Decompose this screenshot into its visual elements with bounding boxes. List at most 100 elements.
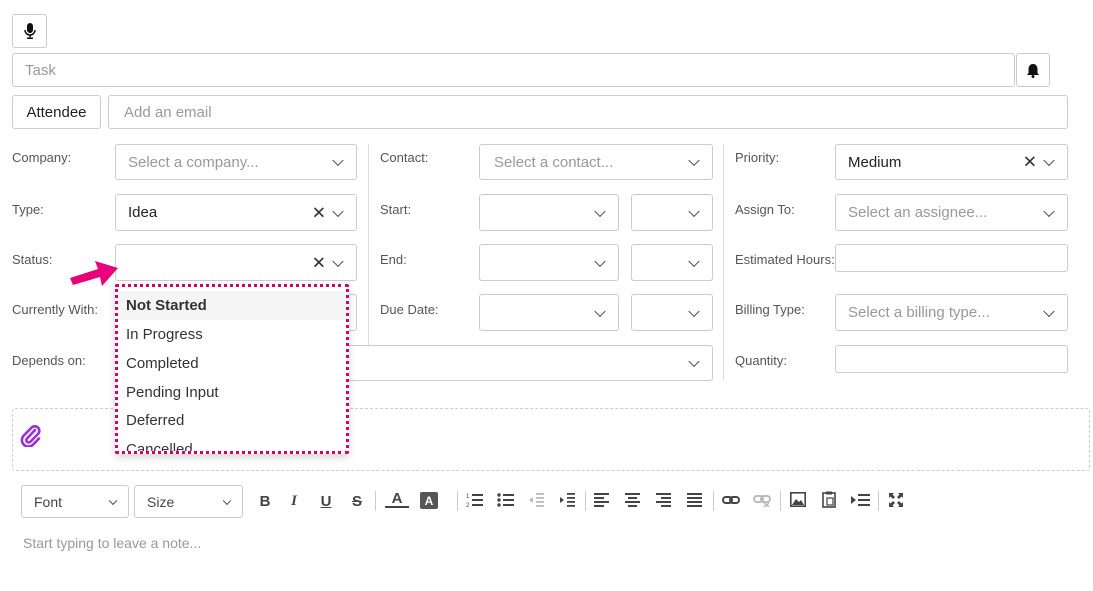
status-select[interactable]: ✕ [115, 244, 357, 281]
end-label: End: [380, 252, 407, 267]
status-option-pending-input[interactable]: Pending Input [118, 378, 346, 407]
estimated-hours-input[interactable] [835, 244, 1068, 272]
end-time-select[interactable] [631, 244, 713, 281]
chevron-down-icon [688, 355, 700, 368]
chevron-down-icon [108, 496, 118, 505]
justify-icon[interactable] [687, 493, 703, 507]
font-dropdown-label: Font [34, 493, 63, 510]
start-date-select[interactable] [479, 194, 619, 231]
clear-icon[interactable]: ✕ [1023, 154, 1037, 171]
fullscreen-icon[interactable] [888, 492, 904, 508]
company-label: Company: [12, 150, 72, 165]
attendee-label: Attendee [26, 103, 87, 121]
email-input[interactable]: Add an email [108, 95, 1068, 129]
email-placeholder: Add an email [124, 103, 212, 121]
type-label: Type: [12, 202, 44, 217]
svg-text:1: 1 [466, 494, 470, 500]
pointer-arrow-icon [70, 261, 118, 286]
currently-with-label: Currently With: [12, 302, 98, 317]
bell-icon [1027, 63, 1039, 78]
assignee-placeholder: Select an assignee... [848, 204, 988, 221]
note-placeholder: Start typing to leave a note... [23, 535, 202, 551]
chevron-down-icon [688, 255, 700, 267]
unordered-list-icon[interactable] [497, 492, 515, 508]
toolbar-separator [878, 491, 879, 511]
company-placeholder: Select a company... [128, 153, 259, 171]
unlink-icon[interactable] [753, 493, 771, 507]
due-date-select[interactable] [479, 294, 619, 331]
highlight-color-icon[interactable]: A [420, 492, 438, 509]
assignee-select[interactable]: Select an assignee... [835, 194, 1068, 231]
depends-on-label: Depends on: [12, 353, 86, 368]
start-label: Start: [380, 202, 412, 217]
reminder-button[interactable] [1016, 53, 1050, 87]
company-select[interactable]: Select a company... [115, 144, 357, 180]
font-size-dropdown[interactable]: Size [134, 485, 243, 518]
contact-select[interactable]: Select a contact... [479, 144, 713, 180]
status-option-not-started[interactable]: Not Started [118, 291, 346, 320]
chevron-down-icon [688, 305, 700, 317]
attendee-button[interactable]: Attendee [12, 95, 101, 129]
column-divider [723, 144, 724, 380]
clear-icon[interactable]: ✕ [312, 204, 326, 221]
due-time-select[interactable] [631, 294, 713, 331]
insert-table-icon[interactable] [851, 493, 871, 507]
font-color-icon[interactable]: A [385, 490, 409, 508]
billing-type-select[interactable]: Select a billing type... [835, 294, 1068, 331]
align-right-icon[interactable] [656, 493, 672, 507]
contact-label: Contact: [380, 150, 429, 165]
task-placeholder: Task [25, 61, 56, 79]
clear-icon[interactable]: ✕ [312, 254, 326, 271]
status-option-cancelled[interactable]: Cancelled [118, 435, 346, 451]
status-option-completed[interactable]: Completed [118, 349, 346, 378]
chevron-down-icon [688, 205, 700, 217]
quantity-input[interactable] [835, 345, 1068, 373]
task-input[interactable]: Task [12, 53, 1015, 87]
ordered-list-icon[interactable]: 12 [466, 492, 484, 508]
italic-icon[interactable]: I [282, 490, 306, 512]
toolbar-separator [375, 491, 376, 511]
priority-select[interactable]: Medium ✕ [835, 144, 1068, 180]
quantity-label: Quantity: [735, 353, 788, 368]
chevron-down-icon [332, 255, 344, 267]
billing-type-label: Billing Type: [735, 302, 805, 317]
outdent-icon[interactable] [527, 492, 545, 508]
note-editor[interactable]: Start typing to leave a note... [12, 522, 1090, 591]
due-date-label: Due Date: [380, 302, 439, 317]
strikethrough-icon[interactable]: S [345, 490, 369, 512]
chevron-down-icon [222, 496, 232, 505]
font-family-dropdown[interactable]: Font [21, 485, 129, 518]
paperclip-icon[interactable] [19, 423, 41, 447]
chevron-down-icon [594, 305, 606, 317]
microphone-icon [23, 23, 36, 39]
billing-type-placeholder: Select a billing type... [848, 304, 990, 321]
svg-text:2: 2 [466, 503, 470, 508]
link-icon[interactable] [722, 493, 740, 507]
toolbar-separator [713, 491, 714, 511]
size-dropdown-label: Size [147, 493, 175, 510]
type-select[interactable]: Idea ✕ [115, 194, 357, 231]
priority-label: Priority: [735, 150, 780, 165]
estimated-hours-label: Estimated Hours: [735, 252, 835, 267]
bold-icon[interactable]: B [253, 490, 277, 512]
status-dropdown-list[interactable]: Not Started In Progress Completed Pendin… [115, 284, 349, 454]
image-icon[interactable] [790, 492, 806, 507]
align-left-icon[interactable] [594, 493, 610, 507]
underline-icon[interactable]: U [314, 490, 338, 512]
chevron-down-icon [594, 205, 606, 217]
start-time-select[interactable] [631, 194, 713, 231]
toolbar-separator [585, 491, 586, 511]
toolbar-separator [457, 491, 458, 511]
paste-icon[interactable] [822, 491, 837, 508]
contact-placeholder: Select a contact... [494, 153, 614, 171]
assign-label: Assign To: [735, 202, 795, 217]
status-option-in-progress[interactable]: In Progress [118, 320, 346, 349]
toolbar-separator [780, 491, 781, 511]
end-date-select[interactable] [479, 244, 619, 281]
status-option-deferred[interactable]: Deferred [118, 406, 346, 435]
align-center-icon[interactable] [625, 493, 641, 507]
indent-icon[interactable] [558, 492, 576, 508]
microphone-button[interactable] [12, 14, 47, 48]
chevron-down-icon [594, 255, 606, 267]
status-label: Status: [12, 252, 53, 267]
